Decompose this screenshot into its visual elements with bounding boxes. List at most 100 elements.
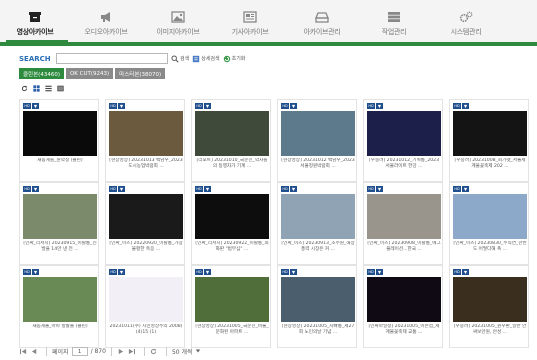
newspaper-icon — [242, 10, 258, 23]
download-icon[interactable] — [376, 269, 383, 275]
pager-divider — [110, 346, 112, 356]
pager-divider — [46, 346, 47, 356]
refresh-icon[interactable] — [21, 85, 28, 92]
video-thumbnail[interactable] — [109, 277, 183, 322]
search-button[interactable]: 검색 — [171, 54, 189, 63]
next-page-button[interactable] — [117, 347, 125, 355]
hd-badge: HD — [23, 103, 31, 109]
archive-card[interactable]: HD [인싸_이즈] 20230830_주칙연_한반도 어떻다해 폭 ... — [449, 182, 529, 265]
download-icon[interactable] — [462, 186, 469, 192]
card-caption: [인싸_이즈] 20230913_조주원_해상풍력 시장은 커 ... — [281, 241, 355, 253]
archive-card[interactable]: HD [현장영상] 20231013 백남우_2023 도시농업박람회 ... — [105, 99, 185, 182]
archive-card[interactable]: HD [현장영상] 20231012 백남우_2023 서울정원박람회 ... — [277, 99, 357, 182]
last-page-button[interactable] — [128, 347, 136, 355]
archive-card[interactable]: HD [현장영상] 20231005_지빠통_제27회 노인의날 기념 ... — [277, 265, 357, 348]
archive-box-icon — [27, 10, 43, 23]
nav-item-3[interactable]: 기사아카이브 — [214, 0, 286, 42]
list-view-icon[interactable] — [45, 85, 52, 92]
archive-card[interactable]: HD [인싸_이즈] 20230908_이탈통_에그플레이션...한국 ... — [363, 182, 443, 265]
card-caption: [현장영상] 20231012 백남우_2023 서울정원박람회 ... — [281, 158, 355, 170]
archive-card[interactable]: HD 새롭게울_아파 방활볼 (클린) — [19, 265, 99, 348]
per-page-select[interactable]: 50 개씩 — [172, 347, 193, 356]
archive-card[interactable]: HD [인싸마일정] 20231005_이은섭_세계불꽃축제 교통 ... — [363, 265, 443, 348]
archive-card[interactable]: HD [인싸_리서치] 20230915_이탈통_신발을 14만 낸 전 ... — [19, 182, 99, 265]
reset-button[interactable]: 초기화 — [223, 55, 245, 63]
archive-card[interactable]: HD [현장영상] 20231005_국문진_비둘_문화된 아파트 ... — [191, 265, 271, 348]
server-icon — [386, 10, 402, 23]
download-icon[interactable] — [32, 269, 39, 275]
download-icon[interactable] — [376, 186, 383, 192]
video-thumbnail[interactable] — [367, 277, 441, 322]
page-number-input[interactable]: 1 — [71, 346, 88, 356]
detail-view-icon[interactable] — [57, 85, 64, 92]
video-thumbnail[interactable] — [281, 194, 355, 239]
archive-card[interactable]: HD [인싸_이즈] 20230913_조주원_해상풍력 시장은 커 ... — [277, 182, 357, 265]
archive-card[interactable]: HD [인싸_리서치] 20230922_이탈통_외화판 "법부심" ... — [191, 182, 271, 265]
video-thumbnail[interactable] — [281, 277, 355, 322]
archive-card[interactable]: HD [우중려] 20231008_회가넷_서울세계불꽃축제 202 ... — [449, 99, 529, 182]
detail-search-button[interactable]: 상세검색 — [192, 55, 220, 63]
video-thumbnail[interactable] — [195, 194, 269, 239]
tab-0[interactable]: 클린본(43460) — [19, 68, 64, 79]
archive-card[interactable]: HD 새롭게를_원약정 (클린) — [19, 99, 99, 182]
first-page-button[interactable] — [19, 347, 27, 355]
video-thumbnail[interactable] — [453, 111, 527, 156]
download-icon[interactable] — [118, 269, 125, 275]
video-thumbnail[interactable] — [109, 111, 183, 156]
video-thumbnail[interactable] — [281, 111, 355, 156]
card-caption: [현장영상] 20231005_지빠통_제27회 노인의날 기념 ... — [281, 324, 355, 336]
card-caption: [현장영상] 20231005_국문진_비둘_문화된 아파트 ... — [195, 324, 269, 336]
video-thumbnail[interactable] — [195, 111, 269, 156]
nav-item-0[interactable]: 영상아카이브 — [0, 0, 70, 42]
grid-view-icon[interactable] — [33, 85, 40, 92]
video-thumbnail[interactable] — [453, 194, 527, 239]
prev-page-button[interactable] — [30, 347, 38, 355]
download-icon[interactable] — [290, 103, 297, 109]
download-icon[interactable] — [290, 186, 297, 192]
video-thumbnail[interactable] — [367, 194, 441, 239]
hd-badge: HD — [453, 186, 461, 192]
nav-item-1[interactable]: 오디오아카이브 — [70, 0, 142, 42]
tab-1[interactable]: OK CUT(9243) — [65, 68, 114, 79]
card-caption: 20231011(수) 시민영상주의 2008( (4)15 (1) — [109, 324, 183, 336]
video-thumbnail[interactable] — [195, 277, 269, 322]
search-input[interactable] — [56, 53, 168, 64]
download-icon[interactable] — [290, 269, 297, 275]
archive-card[interactable]: HD [우중려] 20231012_기획통_2023 서울라이트 한강 ... — [363, 99, 443, 182]
chevron-down-icon[interactable] — [195, 348, 201, 354]
archive-card[interactable]: HD [리포트] 20231010_국문진_약자를의 동행자가 기계 ... — [191, 99, 271, 182]
video-thumbnail[interactable] — [453, 277, 527, 322]
archive-card[interactable]: HD [우중려] 20231005_원우환_일반 안싸보안원, 안성 ... — [449, 265, 529, 348]
nav-item-6[interactable]: 시스템관리 — [430, 0, 502, 42]
download-icon[interactable] — [32, 103, 39, 109]
download-icon[interactable] — [32, 186, 39, 192]
download-icon[interactable] — [118, 186, 125, 192]
video-thumbnail[interactable] — [23, 194, 97, 239]
download-icon[interactable] — [118, 103, 125, 109]
archive-card[interactable]: HD 20231011(수) 시민영상주의 2008( (4)15 (1) — [105, 265, 185, 348]
hd-badge: HD — [23, 186, 31, 192]
card-badges: HD — [453, 269, 469, 275]
download-icon[interactable] — [462, 103, 469, 109]
download-icon[interactable] — [204, 103, 211, 109]
card-badges: HD — [367, 269, 383, 275]
nav-item-4[interactable]: 아카이브관리 — [286, 0, 358, 42]
download-icon[interactable] — [376, 103, 383, 109]
tab-2[interactable]: 마스터본(38070) — [115, 68, 166, 79]
nav-item-2[interactable]: 이미지아카이브 — [142, 0, 214, 42]
hd-badge: HD — [453, 103, 461, 109]
nav-item-5[interactable]: 작업관리 — [358, 0, 430, 42]
download-icon[interactable] — [462, 269, 469, 275]
video-thumbnail[interactable] — [23, 111, 97, 156]
download-icon[interactable] — [204, 269, 211, 275]
video-thumbnail[interactable] — [109, 194, 183, 239]
card-caption: [우중려] 20231005_원우환_일반 안싸보안원, 안성 ... — [453, 324, 527, 336]
refresh-page-button[interactable] — [150, 347, 158, 355]
pager-divider — [165, 346, 167, 356]
download-icon[interactable] — [204, 186, 211, 192]
video-thumbnail[interactable] — [367, 111, 441, 156]
video-thumbnail[interactable] — [23, 277, 97, 322]
archive-card[interactable]: HD [인싸_이즈] 20220920_이탈통_가장 불평한 축응 ... — [105, 182, 185, 265]
hd-badge: HD — [195, 186, 203, 192]
card-caption: 새롭게를_원약정 (클린) — [37, 158, 83, 163]
